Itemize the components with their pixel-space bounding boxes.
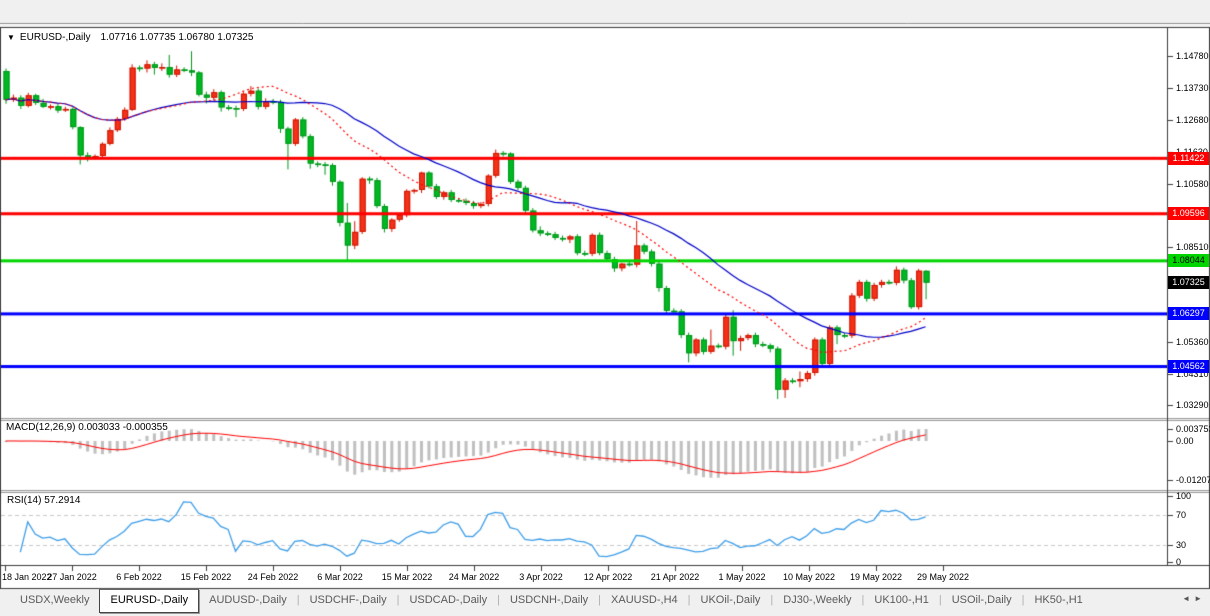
price-axis-tick: 1.14780 [1176,51,1209,61]
tab-hk50-h1[interactable]: HK50-,H1 [1024,590,1092,613]
tab-usdx-weekly[interactable]: USDX,Weekly [10,590,99,613]
date-axis-label: 6 Feb 2022 [116,572,162,582]
macd-indicator-label: MACD(12,26,9) 0.003033 -0.000355 [6,422,168,433]
tab-scroll-arrows: ◄► [1182,594,1206,603]
date-axis-label: 15 Mar 2022 [382,572,433,582]
chart-symbol-label: EURUSD-,Daily [20,32,91,43]
chart-title: ▼ EURUSD-,Daily 1.07716 1.07735 1.06780 1.… [7,32,253,43]
trading-app-window: 5M30H1H4D1W1MN ▼EURUSD-,Daily1.07716 1.0… [0,0,1210,616]
macd-axis-tick: -0.012075 [1176,475,1210,485]
tabs-scroll-right-icon[interactable]: ► [1194,594,1206,603]
chart-ohlc-values: 1.07716 1.07735 1.06780 1.07325 [100,32,253,43]
date-axis-label: 1 May 2022 [718,572,765,582]
chart-dropdown-icon: ▼ [7,33,15,42]
price-line-label: 1.11422 [1168,152,1209,165]
tab-usdchf-daily[interactable]: USDCHF-,Daily [300,590,397,613]
date-axis-label: 19 May 2022 [850,572,902,582]
date-axis-label: 3 Apr 2022 [519,572,563,582]
price-chart-canvas[interactable] [0,0,1210,616]
date-axis-label: 10 May 2022 [783,572,835,582]
tab-ukoil-daily[interactable]: UKOil-,Daily [691,590,771,613]
price-line-label: 1.08044 [1168,254,1209,267]
price-axis-tick: 1.13730 [1176,83,1209,93]
date-axis-label: 29 May 2022 [917,572,969,582]
price-axis-tick: 1.12680 [1176,115,1209,125]
date-axis-label: 21 Apr 2022 [651,572,700,582]
price-axis-tick: 1.10580 [1176,179,1209,189]
macd-axis-tick: 0.00 [1176,436,1194,446]
date-axis-label: 24 Feb 2022 [248,572,299,582]
price-line-label: 1.04562 [1168,360,1209,373]
price-axis-tick: 1.08510 [1176,242,1209,252]
tab-usdcnh-daily[interactable]: USDCNH-,Daily [500,590,598,613]
tab-uk100-h1[interactable]: UK100-,H1 [864,590,938,613]
tab-eurusd-daily[interactable]: EURUSD-,Daily [99,589,199,613]
date-axis-label: 15 Feb 2022 [181,572,232,582]
rsi-axis-tick: 70 [1176,510,1186,520]
tabs-scroll-left-icon[interactable]: ◄ [1182,594,1194,603]
rsi-axis-tick: 100 [1176,491,1191,501]
price-axis-tick: 1.05360 [1176,337,1209,347]
tab-xauusd-h4[interactable]: XAUUSD-,H4 [601,590,688,613]
date-axis-label: 6 Mar 2022 [317,572,363,582]
price-line-label: 1.07325 [1168,276,1209,289]
rsi-axis-tick: 30 [1176,540,1186,550]
tab-dj30-weekly[interactable]: DJ30-,Weekly [773,590,861,613]
symbol-tab-bar: USDX,WeeklyEURUSD-,DailyAUDUSD-,Daily|US… [0,590,1210,613]
tab-audusd-daily[interactable]: AUDUSD-,Daily [199,590,297,613]
date-axis-label: 27 Jan 2022 [47,572,97,582]
price-line-label: 1.09596 [1168,207,1209,220]
price-axis-tick: 1.03290 [1176,400,1209,410]
macd-axis-tick: 0.003753 [1176,424,1210,434]
rsi-axis-tick: 0 [1176,557,1181,567]
date-axis-label: 18 Jan 2022 [2,572,52,582]
price-line-label: 1.06297 [1168,307,1209,320]
rsi-indicator-label: RSI(14) 57.2914 [7,495,80,506]
date-axis-label: 24 Mar 2022 [449,572,500,582]
tab-usoil-daily[interactable]: USOil-,Daily [942,590,1022,613]
tab-usdcad-daily[interactable]: USDCAD-,Daily [399,590,497,613]
date-axis-label: 12 Apr 2022 [584,572,633,582]
